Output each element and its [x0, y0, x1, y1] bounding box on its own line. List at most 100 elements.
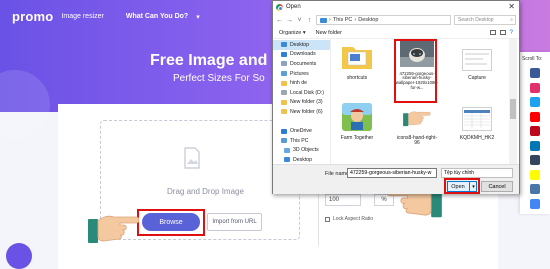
- capture-thumbnail: [462, 49, 492, 71]
- folder-icon: [281, 80, 287, 86]
- nav-item-label: Desktop: [290, 41, 310, 48]
- pc-icon: [281, 138, 287, 144]
- nav-item[interactable]: This PC: [273, 136, 330, 146]
- promo-logo[interactable]: promo: [12, 9, 53, 24]
- nav-what-can-you-do[interactable]: What Can You Do?: [126, 13, 188, 20]
- pointing-hand-icon: [88, 215, 140, 243]
- downloads-icon: [281, 51, 287, 57]
- vk-icon[interactable]: [530, 184, 540, 194]
- promo-nav: promo Image resizer What Can You Do? ▾: [12, 9, 200, 24]
- youtube-icon[interactable]: [530, 111, 540, 122]
- google-icon[interactable]: [530, 198, 540, 209]
- linkedin-icon[interactable]: [530, 140, 540, 151]
- nav-item[interactable]: Pictures: [273, 69, 330, 79]
- file-label: Farm Together: [340, 134, 374, 141]
- chevron-down-icon[interactable]: ˅: [296, 17, 303, 24]
- hero-decoration: [0, 70, 50, 140]
- file-item[interactable]: shortcuts: [335, 41, 379, 81]
- organize-menu[interactable]: Organize ▾: [279, 30, 306, 36]
- breadcrumb-desktop[interactable]: Desktop: [358, 17, 378, 23]
- nav-item[interactable]: New folder (6): [273, 107, 330, 117]
- vertical-scrollbar[interactable]: [509, 39, 517, 164]
- cancel-button[interactable]: Cancel: [481, 181, 513, 192]
- nav-item[interactable]: OneDrive: [273, 126, 330, 136]
- new-folder-button[interactable]: New folder: [316, 30, 342, 36]
- nav-item-label: OneDrive: [290, 128, 312, 135]
- search-icon: ⌕: [510, 17, 513, 23]
- nav-item[interactable]: Desktop: [273, 40, 330, 50]
- filetype-select[interactable]: Tệp tùy chỉnh: [441, 168, 513, 178]
- nav-item[interactable]: Local Disk (D:): [273, 88, 330, 98]
- nav-item[interactable]: 3D Objects: [273, 146, 330, 156]
- dialog-footer: File name: 472259-gorgeous-siberian-husk…: [273, 164, 519, 194]
- dialog-titlebar[interactable]: Open ✕: [273, 1, 519, 13]
- chevron-down-icon: ▾: [196, 13, 200, 21]
- lock-checkbox[interactable]: [325, 216, 330, 222]
- nav-item-label: Documents: [290, 60, 317, 67]
- navigation-pane: Desktop Downloads Documents Pictures hinh de…: [273, 39, 331, 164]
- folder-icon: [320, 17, 327, 23]
- facebook-icon[interactable]: [530, 68, 540, 78]
- nav-item[interactable]: Downloads: [273, 50, 330, 60]
- breadcrumb-this-pc[interactable]: This PC: [333, 17, 353, 23]
- file-item[interactable]: KQDKMH_HK2: [455, 107, 499, 141]
- up-arrow-icon[interactable]: ↑: [306, 17, 313, 24]
- onedrive-icon: [281, 128, 287, 134]
- import-url-button[interactable]: Import from URL: [207, 213, 262, 231]
- documents-icon: [281, 61, 287, 67]
- pinterest-icon[interactable]: [530, 126, 540, 136]
- nav-item[interactable]: Documents: [273, 59, 330, 69]
- nav-item-label: 3D Objects: [293, 147, 319, 154]
- nav-item-label: Downloads: [290, 51, 316, 58]
- fab-button[interactable]: [6, 243, 32, 269]
- percent-input[interactable]: 100: [325, 194, 361, 206]
- scroll-to-title: Scroll To:: [522, 56, 543, 62]
- instagram-icon[interactable]: [530, 82, 540, 93]
- browse-button[interactable]: Browse: [142, 213, 200, 231]
- product-name[interactable]: Image resizer: [61, 13, 103, 20]
- file-item[interactable]: icons8-hand-right-96: [395, 103, 439, 147]
- nav-item-label: Pictures: [290, 70, 309, 77]
- address-bar[interactable]: › This PC › Desktop: [316, 15, 451, 25]
- file-label: KQDKMH_HK2: [459, 134, 495, 141]
- help-icon[interactable]: ?: [510, 30, 513, 36]
- scroll-thumb[interactable]: [510, 99, 516, 119]
- file-highlight: [394, 39, 437, 103]
- desktop-icon: [281, 42, 287, 48]
- tumblr-icon[interactable]: [530, 155, 540, 165]
- forward-arrow-icon[interactable]: →: [286, 17, 293, 24]
- file-item[interactable]: Capture: [455, 49, 499, 81]
- preview-pane-icon[interactable]: [499, 29, 506, 35]
- objects-icon: [284, 147, 290, 153]
- filetype-value: Tệp tùy chỉnh: [444, 170, 475, 176]
- spreadsheet-thumbnail: [462, 107, 492, 131]
- nav-item-label: Local Disk (D:): [290, 89, 325, 96]
- open-highlight: [444, 178, 480, 194]
- close-icon[interactable]: ✕: [508, 2, 515, 11]
- search-input[interactable]: Search Desktop ⌕: [454, 15, 516, 25]
- address-row: ← → ˅ ↑ › This PC › Desktop Search Deskt…: [273, 13, 519, 27]
- nav-item-label: This PC: [290, 137, 309, 144]
- filename-input[interactable]: 472259-gorgeous-siberian-husky-w: [347, 168, 437, 178]
- nav-item-label: Desktop: [293, 156, 313, 163]
- back-arrow-icon[interactable]: ←: [276, 17, 283, 24]
- lock-label: Lock Aspect Ratio: [333, 216, 374, 222]
- snapchat-icon[interactable]: [530, 169, 540, 180]
- desktop-icon: [284, 157, 290, 163]
- nav-item[interactable]: hinh de: [273, 78, 330, 88]
- dialog-title: Open: [286, 4, 301, 10]
- file-label: Capture: [468, 74, 486, 81]
- folder-icon: [281, 99, 287, 105]
- nav-item-label: New folder (3): [290, 99, 323, 106]
- file-item[interactable]: Farm Together: [335, 103, 379, 141]
- nav-item-label: hinh de: [290, 80, 308, 87]
- lock-aspect-row[interactable]: Lock Aspect Ratio: [325, 216, 373, 222]
- twitter-icon[interactable]: [530, 97, 540, 107]
- dialog-toolbar: Organize ▾ New folder ?: [273, 27, 519, 39]
- view-options-icon[interactable]: [489, 29, 496, 35]
- file-grid: shortcuts 472259-gorgeous-siberian-husky…: [335, 39, 505, 164]
- nav-item[interactable]: New folder (3): [273, 98, 330, 108]
- dialog-body: Desktop Downloads Documents Pictures hinh de…: [273, 39, 519, 164]
- breadcrumb-sep: ›: [354, 17, 357, 23]
